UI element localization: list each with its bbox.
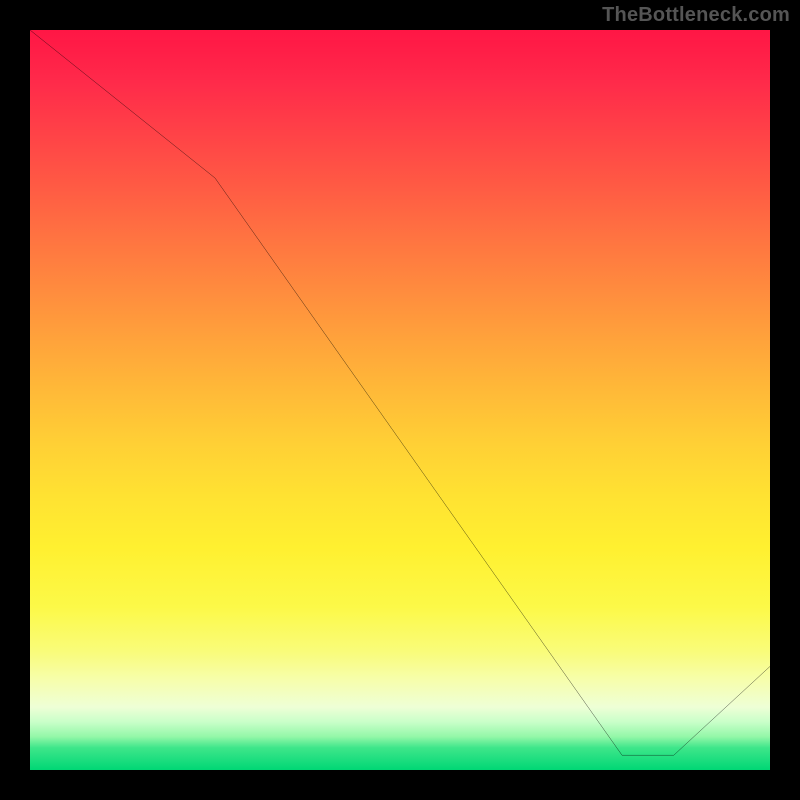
watermark-text: TheBottleneck.com <box>602 4 790 27</box>
line-series <box>30 30 770 770</box>
chart-stage: TheBottleneck.com <box>0 0 800 800</box>
series-path <box>30 30 770 755</box>
plot-area <box>28 28 772 772</box>
